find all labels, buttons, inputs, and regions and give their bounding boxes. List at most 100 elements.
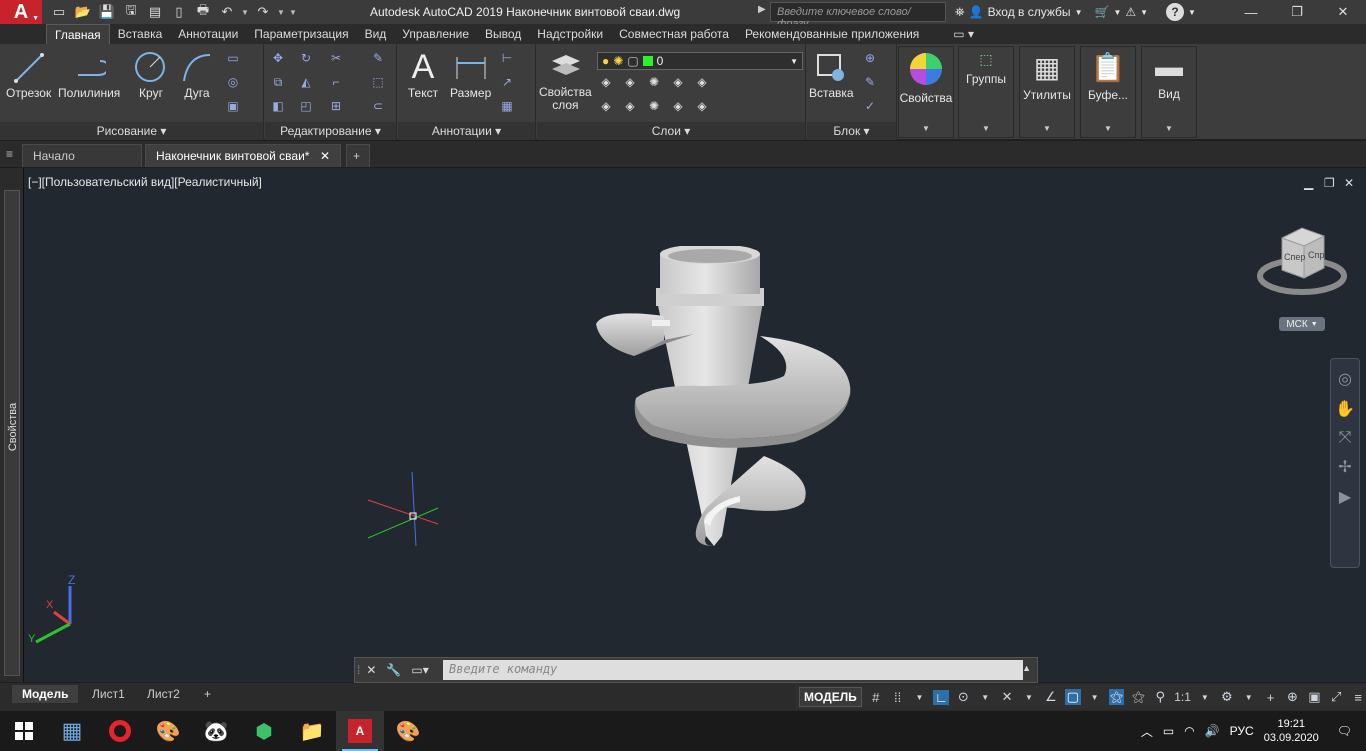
undo-icon[interactable]: ↶ [216,3,238,21]
clean-screen-icon[interactable]: ⤢ [1328,689,1344,705]
model-space-button[interactable]: МОДЕЛЬ [799,687,862,707]
chevron-down-icon[interactable]: ▼ [1197,693,1213,702]
properties-button[interactable]: Свойства ▼ [898,46,954,138]
copy-icon[interactable]: ⧉ [269,74,287,90]
chevron-down-icon[interactable]: ▼ [1075,8,1083,17]
viewport-controls-label[interactable]: [−][Пользовательский вид][Реалистичный] [28,175,262,189]
view-button[interactable]: ▬ Вид ▼ [1141,46,1197,138]
dimension-button[interactable]: Размер [450,48,491,100]
steering-wheel-icon[interactable]: ◎ [1338,369,1352,389]
save-icon[interactable]: 💾 [96,3,118,21]
tab-featured-apps[interactable]: Рекомендованные приложения [737,24,927,44]
open-folder-icon[interactable]: 📂 [72,3,94,21]
layer-dropdown[interactable]: ● ✺ ▢ 0 ▼ [597,52,803,70]
tab-manage[interactable]: Управление [394,24,477,44]
tab-model[interactable]: Модель [12,685,79,703]
lineweight-icon[interactable]: ∠ [1043,689,1059,705]
groups-button[interactable]: ⬚ Группы ▼ [958,46,1014,138]
shield-app[interactable]: ⬢ [240,711,288,751]
mirror-icon[interactable]: ◭ [297,74,315,90]
close-button[interactable]: ✕ [1320,0,1366,24]
tab-home[interactable]: Главная [46,24,110,44]
chevron-down-icon[interactable]: ▼ [1113,8,1121,17]
close-tab-icon[interactable]: ✕ [320,149,330,163]
erase-icon[interactable]: ✎ [369,50,387,66]
hardware-acceleration-icon[interactable]: ▣ [1306,689,1322,705]
grid-icon[interactable]: # [868,690,884,705]
undo-dropdown[interactable]: ▼ [240,8,250,17]
layer-tool-icon[interactable]: ◈ [597,98,615,114]
restore-button[interactable]: ❐ [1274,0,1320,24]
edit-block-icon[interactable]: ✎ [861,74,879,90]
tab-insert[interactable]: Вставка [110,24,171,44]
trim-icon[interactable]: ✂ [327,50,345,66]
layer-tool-icon[interactable]: ◈ [693,74,711,90]
move-icon[interactable]: ✥ [269,50,287,66]
attribute-icon[interactable]: ✓ [861,98,879,114]
layer-properties-button[interactable]: Свойства слоя [539,48,592,112]
chevron-down-icon[interactable]: ▼ [1241,693,1257,702]
opera-app[interactable] [96,711,144,751]
array-icon[interactable]: ⊞ [327,98,345,114]
new-icon[interactable]: ▭ [48,3,70,21]
viewcube[interactable]: Спер Спр [1256,220,1348,300]
chevron-down-icon[interactable]: ▼ [1188,8,1196,17]
calculator-app[interactable]: ▦ [48,711,96,751]
annotation-visibility-icon[interactable]: ⚝ [1108,689,1125,705]
tab-addins[interactable]: Надстройки [529,24,611,44]
grip-handle[interactable]: ⁞ [357,663,360,677]
add-layout-button[interactable]: + [194,685,221,703]
pan-hand-icon[interactable]: ✋ [1335,399,1355,419]
gradient-icon[interactable]: ▣ [224,98,242,114]
viewport-restore-icon[interactable]: ❐ [1324,176,1335,190]
command-prompt-icon[interactable]: ▭▾ [411,663,428,677]
scale-dropdown[interactable]: 1:1 [1174,690,1191,704]
panda-app[interactable]: 🐼 [192,711,240,751]
start-button[interactable] [0,711,48,751]
layer-tool-icon[interactable]: ✺ [645,74,663,90]
drawing-viewport[interactable]: [−][Пользовательский вид][Реалистичный] … [24,168,1366,682]
command-history-toggle[interactable]: ▲ [1022,663,1031,673]
hatch-icon[interactable]: ◎ [224,74,242,90]
viewcube-face-front[interactable]: Спер [1284,252,1305,262]
viewport-close-icon[interactable]: ✕ [1344,176,1354,190]
file-explorer-app[interactable]: 📁 [288,711,336,751]
orbit-icon[interactable]: ✢ [1338,457,1351,477]
web-mobile-icon[interactable]: ▤ [144,3,166,21]
add-icon[interactable]: + [1263,690,1279,705]
cart-icon[interactable]: 🛒 [1094,5,1109,19]
linear-dim-icon[interactable]: ⊢ [498,50,516,66]
layer-tool-icon[interactable]: ◈ [669,98,687,114]
draw-panel-title[interactable]: Рисование ▾ [0,122,263,140]
tab-layout2[interactable]: Лист2 [137,685,190,703]
ortho-icon[interactable]: ∟ [933,689,950,705]
tab-parametric[interactable]: Параметризация [246,24,356,44]
layer-tool-icon[interactable]: ◈ [621,98,639,114]
rotate-icon[interactable]: ↻ [297,50,315,66]
properties-palette-collapsed[interactable]: Свойства [4,190,20,676]
polar-icon[interactable]: ⊙ [955,689,971,705]
command-input[interactable]: Введите команду [443,660,1023,680]
paint-app[interactable]: 🎨 [144,711,192,751]
tab-view[interactable]: Вид [357,24,395,44]
minimize-button[interactable]: — [1228,0,1274,24]
polyline-button[interactable]: Полилиния [58,48,120,100]
zoom-extents-icon[interactable]: ⤧ [1339,429,1352,447]
block-panel-title[interactable]: Блок ▾ [807,122,896,140]
viewcube-face-right[interactable]: Спр [1308,250,1324,260]
tab-annotate[interactable]: Аннотации [170,24,246,44]
viewport-minimize-icon[interactable]: ▁ [1304,176,1313,190]
chevron-down-icon[interactable]: ▼ [1021,693,1037,702]
circle-button[interactable]: Круг [134,48,168,100]
stretch-icon[interactable]: ◧ [269,98,287,114]
ucs-menu-button[interactable]: МСК ▼ [1279,317,1325,331]
user-icon[interactable]: 👤 [969,5,984,19]
binoculars-icon[interactable]: ⛯ [955,5,965,20]
isolate-objects-icon[interactable]: ⊕ [1285,689,1301,705]
chevron-down-icon[interactable]: ▼ [1087,693,1103,702]
screw-pile-model[interactable] [564,246,864,556]
create-block-icon[interactable]: ⊕ [861,50,879,66]
snap-icon[interactable]: ⁞⁞ [890,690,906,705]
wifi-icon[interactable]: ◠ [1184,724,1194,738]
tab-current-drawing[interactable]: Наконечник винтовой сваи* ✕ [145,144,341,167]
